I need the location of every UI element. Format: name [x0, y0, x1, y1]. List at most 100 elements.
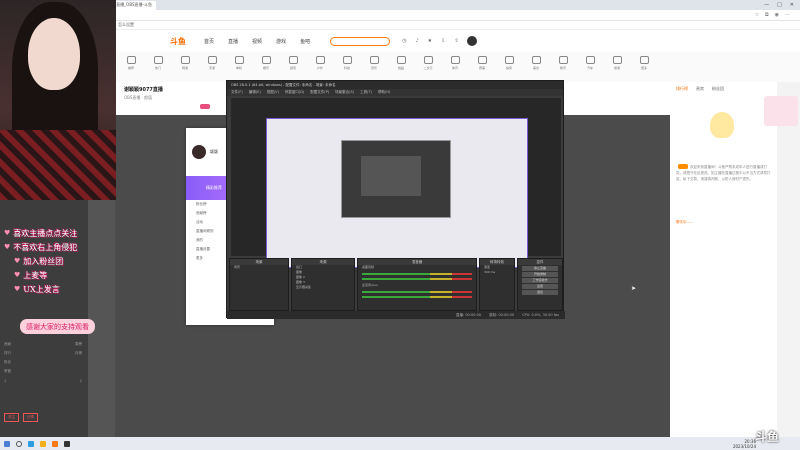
avatar[interactable]	[192, 145, 206, 159]
category-label: 舞蹈	[397, 66, 404, 70]
category-item[interactable]: 搞笑	[498, 52, 520, 70]
category-item[interactable]: 颜值	[282, 52, 304, 70]
nav-item[interactable]: 首页	[204, 38, 214, 45]
exit-button[interactable]: 退出	[522, 290, 558, 295]
category-icon	[315, 56, 325, 64]
chat-username: 颖颖	[210, 149, 218, 154]
settings-button[interactable]: 设置	[522, 284, 558, 289]
scene-item[interactable]: 场景	[230, 265, 288, 270]
source-item[interactable]: 显示器采集	[292, 285, 354, 290]
category-icon	[558, 56, 568, 64]
bell-icon[interactable]: ♪	[415, 38, 418, 44]
category-icon	[477, 56, 487, 64]
category-icon	[342, 56, 352, 64]
bookmark-item[interactable]: 怎么设置	[118, 22, 134, 28]
close-button[interactable]: ✕	[790, 2, 794, 8]
menu-item[interactable]: 配置文件(P)	[310, 90, 329, 95]
history-icon[interactable]: ◷	[402, 38, 406, 44]
edge-icon[interactable]	[28, 440, 34, 447]
category-item[interactable]: 科技	[336, 52, 358, 70]
category-item[interactable]: 汽车	[579, 52, 601, 70]
row-label: 排行	[4, 351, 11, 355]
menu-item[interactable]: 文件(F)	[231, 90, 243, 95]
follow-button[interactable]: 关注	[4, 413, 19, 422]
studio-mode-button[interactable]: 工作室模式	[522, 278, 558, 283]
category-item[interactable]: 户外	[309, 52, 331, 70]
category-label: 单机	[235, 66, 242, 70]
menu-item[interactable]: 工具(T)	[360, 90, 372, 95]
nav-item[interactable]: 鱼吧	[300, 38, 310, 45]
search-icon[interactable]	[16, 440, 22, 447]
maximize-button[interactable]: □	[777, 2, 782, 8]
category-item[interactable]: 赛事	[471, 52, 493, 70]
category-item[interactable]: 推荐	[120, 52, 142, 70]
search-input[interactable]	[330, 36, 391, 46]
taskbar-clock[interactable]: 20:36 2023/10/24	[733, 439, 756, 449]
obs-preview[interactable]	[231, 98, 561, 268]
folder-icon[interactable]	[40, 440, 46, 447]
category-label: 旅游	[613, 66, 620, 70]
category-item[interactable]: 教育	[552, 52, 574, 70]
duration-field[interactable]: 300 ms	[480, 270, 514, 275]
category-icon	[234, 56, 244, 64]
category-item[interactable]: 热门	[147, 52, 169, 70]
status-text: 直播: 00:00:00	[456, 312, 482, 317]
app-icon[interactable]	[52, 440, 58, 447]
volume-slider[interactable]	[362, 296, 472, 298]
category-icon	[126, 56, 136, 64]
heart-icon: ♥	[4, 229, 11, 237]
category-item[interactable]: 更多	[633, 52, 655, 70]
right-panel: 排行榜 贵宾 粉丝团 欢迎来到直播间！斗鱼严禁未成年人进行直播或打赏，请遵守社区…	[670, 82, 777, 437]
download-icon[interactable]: ⇩	[441, 38, 445, 44]
category-item[interactable]: 体育	[444, 52, 466, 70]
menu-item[interactable]: 帮助(H)	[378, 90, 390, 95]
tab-rank[interactable]: 排行榜	[676, 86, 688, 92]
star-icon[interactable]: ☆	[755, 12, 759, 18]
user-avatar[interactable]	[466, 36, 477, 46]
overlay-line: ♥ UX上发言	[14, 284, 60, 294]
category-item[interactable]: 音乐	[363, 52, 385, 70]
site-logo[interactable]: 斗鱼	[170, 36, 186, 47]
share-button[interactable]: 分享	[23, 413, 38, 422]
menu-item[interactable]: 停靠窗口(D)	[285, 90, 304, 95]
nav-item[interactable]: 视频	[252, 38, 262, 45]
start-recording-button[interactable]: 开始录制	[522, 272, 558, 277]
menu-item[interactable]: 视图(V)	[267, 90, 279, 95]
category-icon	[639, 56, 649, 64]
tab-vip[interactable]: 贵宾	[696, 86, 704, 92]
category-label: 更多	[640, 66, 647, 70]
category-label: 网游	[181, 66, 188, 70]
obs-window: OBS 28.0.1 (64-bit, windows) - 配置文件: 未命名…	[226, 80, 565, 319]
category-item[interactable]: 手游	[201, 52, 223, 70]
category-item[interactable]: 美食	[525, 52, 547, 70]
list-item: 粉丝	[0, 358, 88, 367]
category-item[interactable]: 网游	[174, 52, 196, 70]
volume-slider[interactable]	[362, 278, 472, 280]
nav-item[interactable]: 直播	[228, 38, 238, 45]
category-item[interactable]: 舞蹈	[390, 52, 412, 70]
category-item[interactable]: 娱乐	[255, 52, 277, 70]
windows-start-icon[interactable]	[4, 440, 10, 447]
promo-avatar[interactable]	[764, 96, 798, 126]
star-icon[interactable]: ★	[428, 38, 432, 44]
stop-streaming-button[interactable]: 停止直播	[522, 266, 558, 271]
menu-item[interactable]: 编辑(E)	[249, 90, 261, 95]
extensions-icon[interactable]: ⧉	[765, 12, 769, 18]
overlay-line: ♥ 上麦等	[14, 270, 48, 280]
category-label: 科技	[343, 66, 350, 70]
tab-fans[interactable]: 粉丝团	[712, 86, 724, 92]
upload-icon[interactable]: ⇧	[454, 38, 458, 44]
minimize-button[interactable]: —	[764, 2, 769, 8]
category-item[interactable]: 单机	[228, 52, 250, 70]
nav-item[interactable]: 游戏	[276, 38, 286, 45]
obs-status-bar: 直播: 00:00:00 录制: 00:00:00 CPU: 0.0%, 30.…	[227, 311, 565, 319]
watermark-logo: 斗鱼	[755, 430, 780, 444]
obs-docks: 场景 场景 来源 窗口 图像 图像 2 图像 3 显示器采集 混音器 桌面音频 …	[227, 258, 565, 311]
category-item[interactable]: 二次元	[417, 52, 439, 70]
profile-icon[interactable]: ◉	[775, 12, 779, 18]
category-item[interactable]: 旅游	[606, 52, 628, 70]
menu-icon[interactable]: ⋯	[785, 12, 790, 18]
obs-icon[interactable]	[64, 440, 70, 447]
menu-item[interactable]: 场景集合(S)	[335, 90, 354, 95]
overlay-line: ♥ 喜欢主播点点关注	[4, 228, 78, 238]
